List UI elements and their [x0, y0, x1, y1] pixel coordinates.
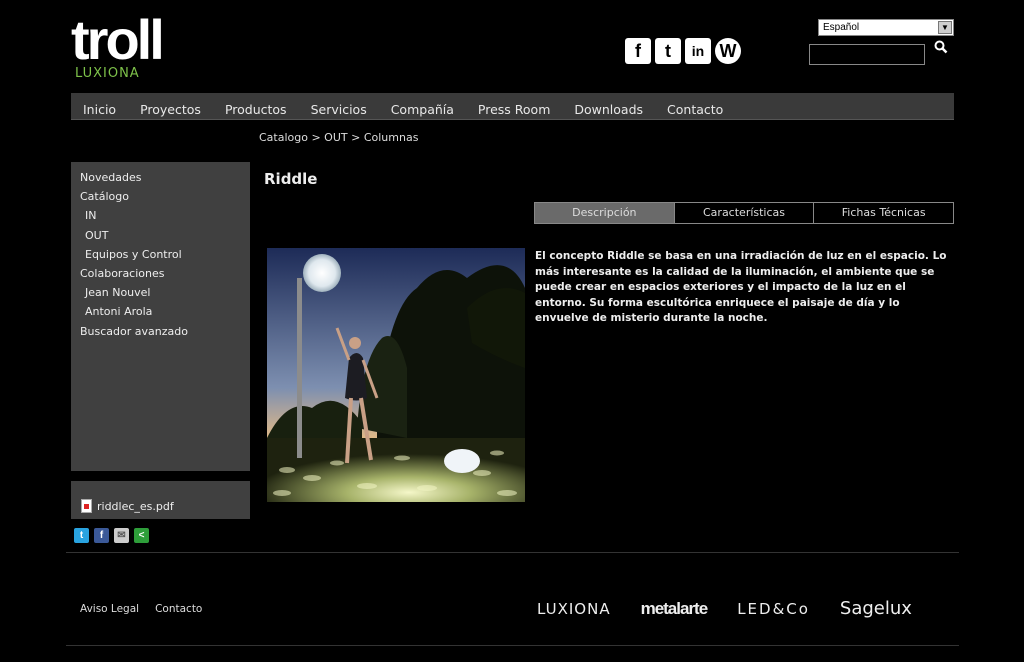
sidebar-item-jean-nouvel[interactable]: Jean Nouvel [71, 283, 250, 302]
breadcrumb[interactable]: Catalogo > OUT > Columnas [259, 131, 418, 144]
tab-caracteristicas[interactable]: Características [674, 203, 815, 223]
facebook-icon[interactable]: f [625, 38, 651, 64]
brand-luxiona[interactable]: LUXIONA [537, 600, 611, 618]
social-links: f t in W [625, 38, 741, 64]
brand-sagelux[interactable]: Sagelux [840, 598, 912, 619]
tab-fichas-tecnicas[interactable]: Fichas Técnicas [814, 203, 954, 223]
product-description: El concepto Riddle se basa en una irradi… [535, 250, 947, 325]
main-nav: Inicio Proyectos Productos Servicios Com… [71, 93, 954, 120]
linkedin-icon[interactable]: in [685, 38, 711, 64]
nav-inicio[interactable]: Inicio [83, 102, 116, 119]
nav-proyectos[interactable]: Proyectos [140, 102, 201, 119]
footer-divider-top [66, 552, 959, 553]
product-photo [267, 248, 525, 502]
downloads-panel: riddlec_es.pdf [71, 481, 250, 519]
product-tabs: Descripción Características Fichas Técni… [534, 202, 954, 224]
footer-links: Aviso Legal Contacto [80, 603, 202, 615]
sidebar-item-out[interactable]: OUT [71, 226, 250, 245]
twitter-share-icon[interactable]: t [74, 528, 89, 543]
language-selected: Español [823, 22, 860, 33]
email-share-icon[interactable]: ✉ [114, 528, 129, 543]
footer-link-aviso-legal[interactable]: Aviso Legal [80, 603, 139, 615]
twitter-icon[interactable]: t [655, 38, 681, 64]
search-input[interactable] [809, 44, 925, 65]
sidebar-item-in[interactable]: IN [71, 206, 250, 225]
footer-divider-bottom [66, 645, 959, 646]
tab-descripcion[interactable]: Descripción [535, 203, 675, 223]
footer-link-contacto[interactable]: Contacto [155, 603, 202, 615]
product-title: Riddle [264, 170, 318, 188]
search-icon[interactable] [934, 40, 948, 54]
sidebar-item-antoni-arola[interactable]: Antoni Arola [71, 302, 250, 321]
sidebar-item-equipos-y-control[interactable]: Equipos y Control [71, 245, 250, 264]
share-icon[interactable]: < [134, 528, 149, 543]
nav-productos[interactable]: Productos [225, 102, 287, 119]
facebook-share-icon[interactable]: f [94, 528, 109, 543]
nav-press-room[interactable]: Press Room [478, 102, 550, 119]
pdf-icon [81, 499, 92, 513]
nav-servicios[interactable]: Servicios [311, 102, 367, 119]
brand-metalarte[interactable]: metalarte [641, 599, 709, 619]
sidebar: Novedades Catálogo IN OUT Equipos y Cont… [71, 162, 250, 471]
language-select[interactable]: Español ▼ [818, 19, 954, 36]
nav-contacto[interactable]: Contacto [667, 102, 723, 119]
brand-ledco[interactable]: LED&Co [737, 600, 810, 618]
logo-wordmark: troll [71, 8, 165, 71]
sidebar-item-novedades[interactable]: Novedades [71, 168, 250, 187]
pdf-download-link[interactable]: riddlec_es.pdf [81, 499, 174, 513]
nav-compania[interactable]: Compañía [391, 102, 454, 119]
nav-downloads[interactable]: Downloads [574, 102, 643, 119]
chevron-down-icon[interactable]: ▼ [938, 21, 952, 34]
pdf-filename: riddlec_es.pdf [97, 499, 174, 513]
sidebar-item-colaboraciones[interactable]: Colaboraciones [71, 264, 250, 283]
troll-logo[interactable]: troll LUXIONA [71, 8, 165, 82]
brand-logos: LUXIONA metalarte LED&Co Sagelux [537, 598, 942, 619]
wordpress-icon[interactable]: W [715, 38, 741, 64]
share-buttons: t f ✉ < [74, 528, 149, 543]
sidebar-item-buscador-avanzado[interactable]: Buscador avanzado [71, 322, 250, 341]
sidebar-item-catalogo[interactable]: Catálogo [71, 187, 250, 206]
